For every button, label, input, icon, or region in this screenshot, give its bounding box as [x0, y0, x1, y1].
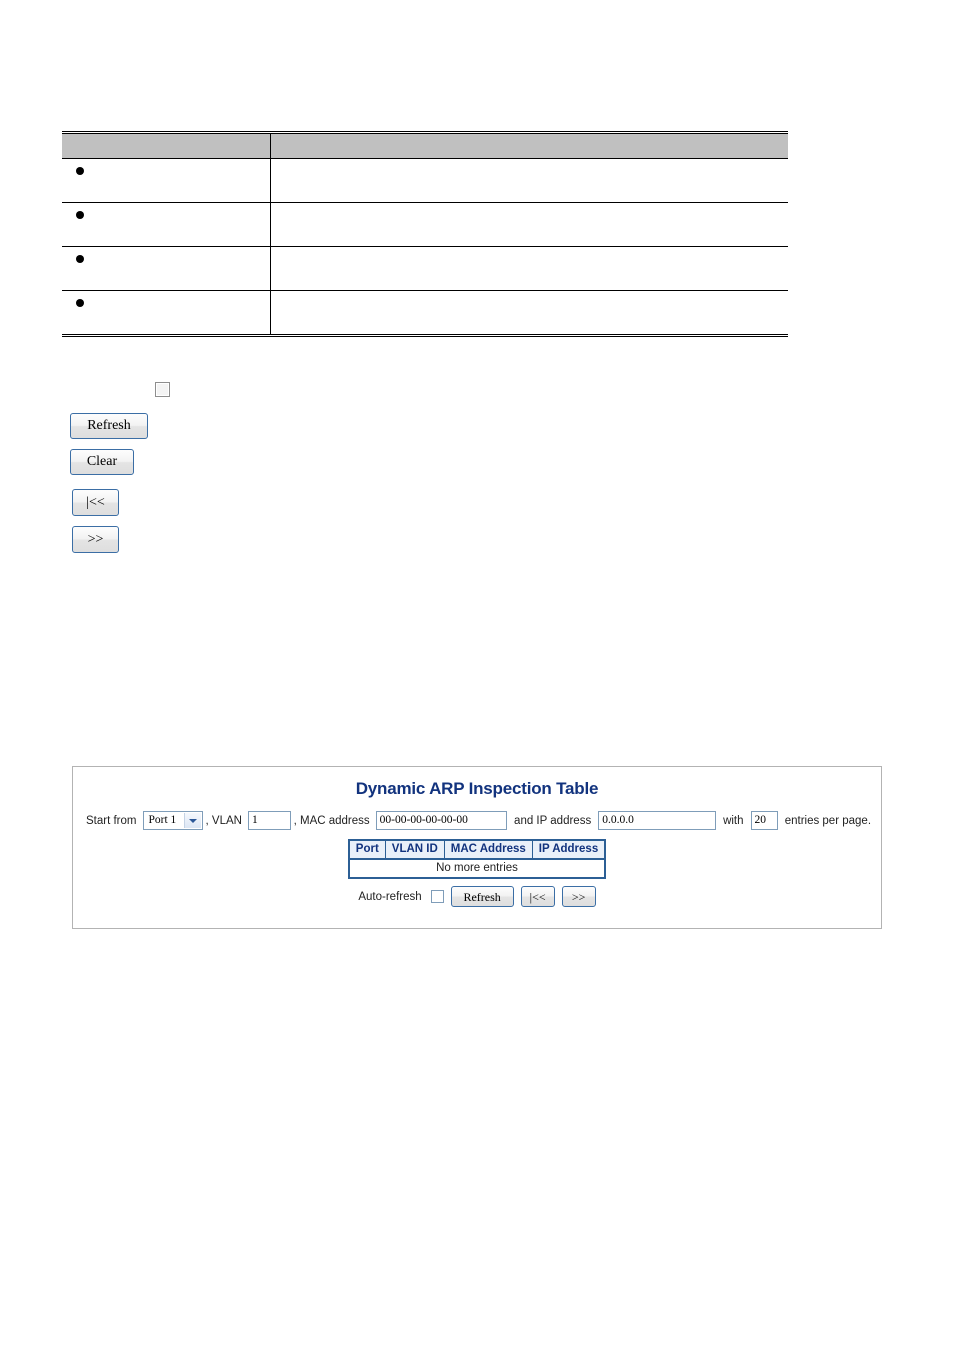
legend-next-page-button[interactable]: >>	[72, 526, 119, 553]
legend-checkbox[interactable]	[155, 382, 170, 397]
row-object-cell	[62, 158, 271, 203]
bullet-icon	[76, 255, 84, 264]
dynamic-arp-inspection-panel: Dynamic ARP Inspection Table Start from …	[72, 766, 882, 929]
legend-first-page-button[interactable]: |<<	[72, 489, 119, 516]
ip-address-input[interactable]: 0.0.0.0	[598, 811, 717, 830]
row-object-cell	[62, 246, 271, 291]
results-header-row: Port VLAN ID MAC Address IP Address	[348, 840, 606, 860]
bullet-icon	[76, 211, 84, 220]
column-header-vlan-id: VLAN ID	[385, 840, 445, 860]
object-description-table	[62, 131, 788, 337]
filter-row: Start from Port 1 , VLAN 1 , MAC address…	[73, 811, 881, 830]
row-description-cell	[270, 158, 788, 203]
table-row	[62, 158, 788, 203]
vlan-label: , VLAN	[205, 814, 242, 827]
column-header-mac-address: MAC Address	[444, 840, 533, 860]
row-description-cell	[270, 202, 788, 247]
row-object-cell	[62, 290, 271, 336]
header-cell-object	[62, 132, 271, 159]
column-header-ip-address: IP Address	[532, 840, 606, 860]
panel-controls: Auto-refresh Refresh |<< >>	[73, 886, 881, 907]
start-from-label: Start from	[86, 814, 137, 827]
panel-title: Dynamic ARP Inspection Table	[355, 779, 599, 798]
start-port-select[interactable]: Port 1	[143, 811, 203, 830]
column-header-port: Port	[348, 840, 386, 860]
start-port-value: Port 1	[148, 814, 177, 826]
results-table-container: Port VLAN ID MAC Address IP Address No m…	[73, 839, 881, 879]
chevron-down-icon[interactable]	[183, 813, 201, 828]
table-row	[62, 246, 788, 291]
auto-refresh-checkbox[interactable]	[430, 890, 444, 903]
results-empty-row: No more entries	[348, 859, 606, 878]
next-page-button[interactable]: >>	[561, 886, 596, 907]
mac-address-input[interactable]: 00-00-00-00-00-00	[375, 811, 508, 830]
legend-refresh-button[interactable]: Refresh	[70, 413, 148, 439]
first-page-button[interactable]: |<<	[520, 886, 555, 907]
row-description-cell	[270, 246, 788, 291]
entries-per-page-input[interactable]: 20	[750, 811, 778, 830]
with-label: with	[723, 814, 744, 827]
bullet-icon	[76, 167, 84, 176]
row-object-cell	[62, 202, 271, 247]
table-row	[62, 290, 789, 336]
table-header-row	[62, 132, 788, 159]
header-cell-description	[270, 132, 788, 159]
row-description-cell	[271, 291, 789, 336]
vlan-input[interactable]: 1	[247, 811, 291, 830]
arp-results-table: Port VLAN ID MAC Address IP Address No m…	[347, 839, 607, 879]
refresh-button[interactable]: Refresh	[450, 886, 514, 907]
table-row	[62, 202, 788, 247]
legend-clear-button[interactable]: Clear	[70, 449, 134, 475]
ip-address-label: and IP address	[514, 814, 592, 827]
auto-refresh-label: Auto-refresh	[358, 890, 422, 903]
entries-per-page-label: entries per page.	[784, 814, 872, 827]
mac-address-label: , MAC address	[293, 814, 370, 827]
no-entries-message: No more entries	[348, 859, 606, 878]
bullet-icon	[76, 299, 84, 308]
